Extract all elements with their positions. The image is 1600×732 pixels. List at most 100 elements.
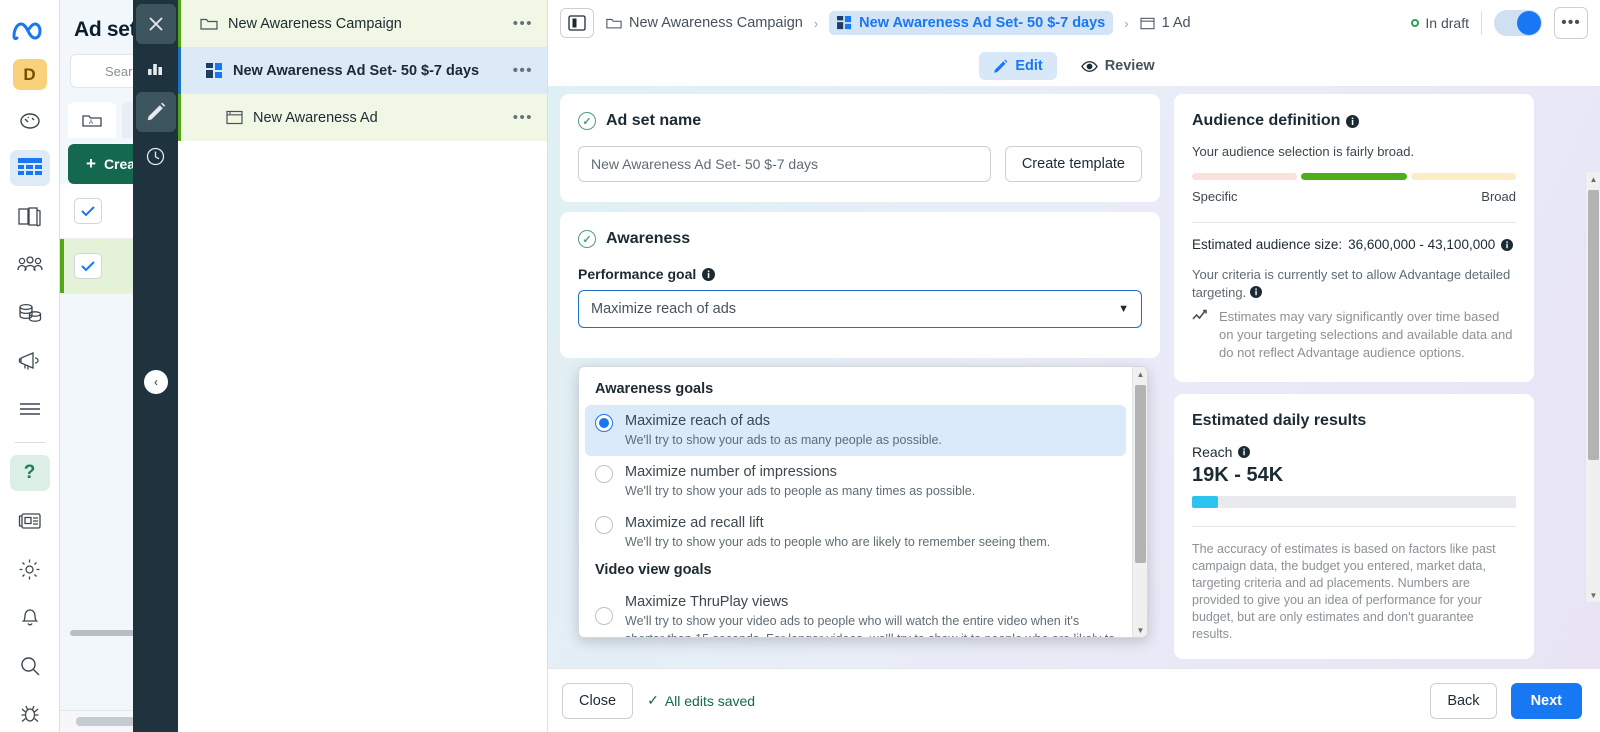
search-icon[interactable] [10,647,50,683]
row-menu-icon[interactable]: ••• [513,62,533,79]
dropdown-option-reach[interactable]: Maximize reach of ads We'll try to show … [585,405,1126,456]
folder-icon [606,16,622,30]
tree-row-adset[interactable]: New Awareness Ad Set- 50 $-7 days ••• [178,47,547,94]
option-desc: We'll try to show your ads to people as … [625,484,976,498]
tree-label: New Awareness Ad Set- 50 $-7 days [233,62,480,79]
dropdown-option-thruplay[interactable]: Maximize ThruPlay views We'll try to sho… [579,586,1132,637]
tab-label: Edit [1015,58,1043,74]
close-button[interactable]: Close [562,682,634,719]
adset-grid-icon [206,62,223,79]
next-button[interactable]: Next [1510,682,1582,719]
plus-icon: + [86,154,96,173]
books-icon[interactable] [10,198,50,234]
back-button[interactable]: Back [1430,682,1497,719]
tab-edit[interactable]: Edit [979,52,1057,80]
menu-icon[interactable] [10,391,50,427]
tab-label: Review [1104,58,1155,74]
app-rail: D ? [0,0,60,732]
bug-icon[interactable] [10,696,50,732]
rail-divider [14,441,45,443]
svg-text:A: A [89,120,93,126]
scrollbar-thumb[interactable] [1135,385,1146,563]
estimated-daily-results-card: Estimated daily results Reach 19K - 54K … [1174,394,1534,659]
breadcrumb-campaign[interactable]: New Awareness Campaign [606,15,803,31]
more-options-button[interactable]: ••• [1554,7,1588,39]
check-icon: ✓ [647,692,659,708]
close-icon[interactable] [135,4,176,44]
scroll-down-icon[interactable]: ▼ [1133,623,1147,637]
info-icon[interactable] [1238,446,1251,458]
tree-row-ad[interactable]: New Awareness Ad ••• [178,94,547,141]
performance-goal-dropdown[interactable]: Awareness goals Maximize reach of ads We… [578,366,1148,638]
breadcrumb: New Awareness Campaign › New Awareness A… [606,11,1191,35]
editor-main: New Awareness Campaign › New Awareness A… [548,0,1600,732]
gear-icon[interactable] [10,551,50,587]
info-icon[interactable] [702,267,716,281]
side-panel-icon[interactable] [560,8,594,38]
status-dot-icon [1411,19,1420,27]
status-controls: In draft ••• [1411,7,1588,39]
radio-icon[interactable] [595,516,613,534]
folder-icon [200,16,218,31]
selected-value: Maximize reach of ads [591,301,737,317]
content-scrollbar[interactable]: ▲ ▼ [1585,172,1600,602]
reach-progress-bar [1192,496,1516,508]
scrollbar-thumb[interactable] [1588,190,1599,460]
heading-label: Ad set name [606,112,702,129]
scroll-up-icon[interactable]: ▲ [1586,172,1600,186]
radio-icon[interactable] [595,607,613,625]
coins-icon[interactable] [10,295,50,331]
audience-title: Audience definition [1192,112,1516,130]
daily-results-title: Estimated daily results [1192,412,1367,429]
save-status-label: All edits saved [664,692,756,709]
help-icon[interactable]: ? [9,454,50,491]
row-menu-icon[interactable]: ••• [513,15,533,32]
performance-goal-select[interactable]: Maximize reach of ads ▼ [578,290,1142,328]
audience-meter [1192,173,1516,180]
row-menu-icon[interactable]: ••• [513,109,533,126]
chart-icon[interactable] [136,48,176,88]
radio-icon[interactable] [595,465,613,483]
info-icon[interactable] [1346,114,1360,128]
ad-set-name-row: New Awareness Ad Set- 50 $-7 days Create… [578,146,1142,182]
tab-review[interactable]: Review [1067,52,1169,80]
ad-set-name-card: ✓ Ad set name New Awareness Ad Set- 50 $… [560,94,1160,202]
news-icon[interactable] [10,503,50,539]
megaphone-icon[interactable] [10,343,50,379]
people-icon[interactable] [10,247,50,283]
breadcrumb-adset[interactable]: New Awareness Ad Set- 50 $-7 days [829,11,1114,35]
scroll-down-icon[interactable]: ▼ [1586,588,1600,602]
active-toggle[interactable] [1494,10,1542,36]
info-icon[interactable] [1249,285,1262,300]
edit-pencil-icon[interactable] [135,92,176,132]
speedometer-icon[interactable] [10,102,50,138]
collapse-panel-button[interactable]: ‹ [144,370,168,394]
breadcrumb-label: New Awareness Ad Set- 50 $-7 days [859,15,1106,31]
radio-icon[interactable] [595,414,613,432]
tree-row-campaign[interactable]: New Awareness Campaign ••• [178,0,547,47]
ad-set-name-input[interactable]: New Awareness Ad Set- 50 $-7 days [578,146,991,182]
tree-label: New Awareness Ad [253,109,378,126]
dropdown-scrollbar[interactable]: ▲ ▼ [1132,367,1147,637]
meter-labels: Specific Broad [1192,189,1516,204]
dropdown-option-impressions[interactable]: Maximize number of impressions We'll try… [579,456,1132,507]
row-checkbox[interactable] [74,253,102,279]
breadcrumb-ad[interactable]: 1 Ad [1140,15,1191,31]
create-template-button[interactable]: Create template [1004,146,1142,182]
divider [1192,222,1516,223]
avatar[interactable]: D [12,59,47,90]
ad-window-icon [1140,17,1155,30]
bell-icon[interactable] [10,599,50,635]
table-icon[interactable] [9,150,50,187]
row-checkbox[interactable] [74,198,102,224]
dropdown-option-ad-recall[interactable]: Maximize ad recall lift We'll try to sho… [579,507,1132,558]
editor-tabs: Edit Review [548,46,1600,86]
tab-campaigns[interactable]: A [68,102,116,138]
meter-segment-broad [1410,173,1516,180]
dropdown-group-title: Awareness goals [595,381,714,397]
scroll-up-icon[interactable]: ▲ [1133,367,1147,381]
history-clock-icon[interactable] [136,136,176,176]
horizontal-scrollbar[interactable] [70,630,140,636]
chevron-down-icon: ▼ [1118,303,1129,315]
info-icon[interactable] [1501,238,1514,251]
